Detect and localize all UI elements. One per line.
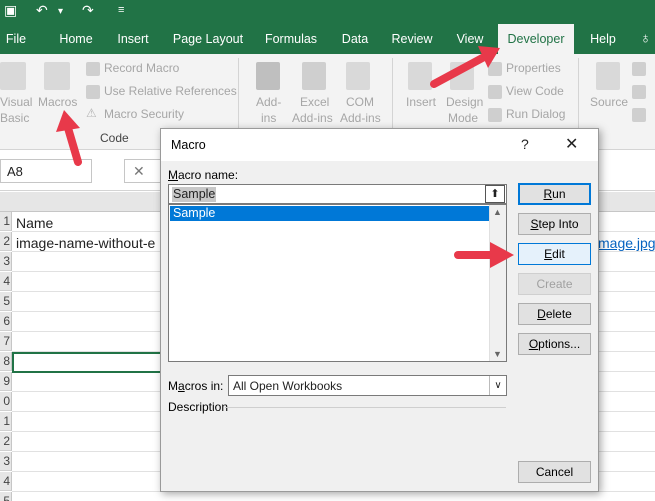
tab-data[interactable]: Data (334, 24, 376, 54)
com-addins-label-1: COM (346, 95, 374, 109)
code-group-label: Code (100, 131, 129, 145)
tab-help[interactable]: Help (582, 24, 624, 54)
cancel-button[interactable]: Cancel (518, 461, 591, 483)
redo-icon[interactable]: ↷ (82, 2, 94, 19)
refresh-icon (632, 108, 646, 122)
visual-basic-label-1: Visual (0, 95, 33, 109)
source-label[interactable]: Source (590, 95, 628, 109)
macros-label[interactable]: Macros (38, 95, 77, 109)
dialog-title: Macro (171, 138, 206, 152)
row-header[interactable]: 5 (0, 292, 12, 311)
image-name-cell[interactable]: image-name-without-e (16, 235, 155, 251)
row-header[interactable]: 6 (0, 312, 12, 331)
options-button[interactable]: Options... (518, 333, 591, 355)
macro-name-input[interactable]: Sample (168, 184, 507, 204)
addins-label-2: ins (261, 111, 277, 125)
up-arrow-icon[interactable]: ⬆ (485, 185, 505, 203)
macro-list[interactable]: Sample ▲ ▼ (168, 204, 507, 362)
record-macro-icon (86, 62, 100, 76)
row-header[interactable]: 2 (0, 432, 12, 451)
row-header[interactable]: 0 (0, 392, 12, 411)
cancel-formula-icon[interactable]: ✕ (124, 159, 164, 183)
map-icon (632, 62, 646, 76)
tab-file[interactable]: File (0, 24, 32, 54)
dialog-titlebar: Macro ? ✕ (161, 129, 598, 161)
row-header[interactable]: 3 (0, 452, 12, 471)
arrow-to-macros (56, 110, 82, 166)
excel-addins-label-1: Excel (300, 95, 330, 109)
delete-button[interactable]: Delete (518, 303, 591, 325)
visual-basic-label-2: Basic (0, 111, 30, 125)
selected-cell[interactable] (12, 352, 164, 373)
description-divider (225, 407, 506, 408)
customize-qat-icon[interactable]: ≡ (118, 4, 124, 16)
tab-developer[interactable]: Developer (498, 24, 574, 54)
undo-icon[interactable]: ↶ (36, 2, 48, 19)
image-link-cell[interactable]: mage.jpg (598, 235, 655, 251)
addins-label-1: Add- (256, 95, 282, 109)
lightbulb-icon[interactable]: ♁ (636, 24, 655, 54)
list-item[interactable]: Sample (170, 206, 491, 221)
expansion-icon (632, 85, 646, 99)
row-header[interactable]: 3 (0, 252, 12, 271)
insert-label[interactable]: Insert (406, 95, 436, 109)
edit-button[interactable]: Edit (518, 243, 591, 265)
row-header[interactable]: 1 (0, 212, 12, 231)
chevron-down-icon[interactable]: ∨ (489, 376, 506, 395)
quick-access-toolbar: ▣ ↶ ▾ ↷ ≡ (0, 0, 655, 24)
ribbon-tabs: File Home Insert Page Layout Formulas Da… (0, 24, 655, 54)
help-icon[interactable]: ? (521, 136, 529, 152)
header-name-cell[interactable]: Name (16, 215, 53, 231)
excel-addins-label-2: Add-ins (292, 111, 333, 125)
create-button: Create (518, 273, 591, 295)
macros-in-value: All Open Workbooks (233, 379, 343, 393)
save-icon[interactable]: ▣ (4, 2, 17, 19)
tab-home[interactable]: Home (52, 24, 100, 54)
visual-basic-icon[interactable] (0, 62, 26, 90)
scroll-down-icon[interactable]: ▼ (493, 349, 502, 359)
macros-icon[interactable] (44, 62, 70, 90)
com-addins-label-2: Add-ins (340, 111, 381, 125)
relative-references-icon (86, 85, 100, 99)
addins-icon[interactable] (256, 62, 280, 90)
source-icon[interactable] (596, 62, 620, 90)
macro-name-value: Sample (172, 187, 217, 202)
row-header[interactable]: 8 (0, 352, 12, 371)
design-mode-label-1: Design (446, 95, 484, 109)
run-dialog-icon (488, 108, 502, 122)
row-header[interactable]: 4 (0, 472, 12, 491)
excel-addins-icon[interactable] (302, 62, 326, 90)
design-mode-label-2: Mode (448, 111, 479, 125)
run-button[interactable]: Run (518, 183, 591, 205)
scroll-up-icon[interactable]: ▲ (493, 207, 502, 217)
undo-dropdown-icon[interactable]: ▾ (58, 6, 63, 17)
tab-insert[interactable]: Insert (110, 24, 156, 54)
list-scrollbar[interactable]: ▲ ▼ (489, 205, 506, 361)
close-icon[interactable]: ✕ (565, 134, 578, 154)
macros-in-select[interactable]: All Open Workbooks ∨ (228, 375, 507, 396)
arrow-to-developer-tab (430, 46, 500, 88)
macro-name-label: Macro name: (168, 168, 239, 182)
row-header[interactable]: 9 (0, 372, 12, 391)
tab-page-layout[interactable]: Page Layout (168, 24, 248, 54)
row-header[interactable]: 2 (0, 232, 12, 251)
row-header[interactable]: 4 (0, 272, 12, 291)
step-into-button[interactable]: Step Into (518, 213, 591, 235)
description-label: Description (168, 400, 229, 414)
tab-formulas[interactable]: Formulas (258, 24, 324, 54)
macros-in-label: Macros in: (168, 379, 224, 393)
row-header[interactable]: 1 (0, 412, 12, 431)
row-header[interactable]: 5 (0, 492, 12, 501)
com-addins-icon[interactable] (346, 62, 370, 90)
row-header[interactable]: 7 (0, 332, 12, 351)
arrow-to-edit (454, 242, 514, 268)
macro-dialog: Macro ? ✕ Macro name: Sample ⬆ Sample ▲ … (160, 128, 599, 492)
